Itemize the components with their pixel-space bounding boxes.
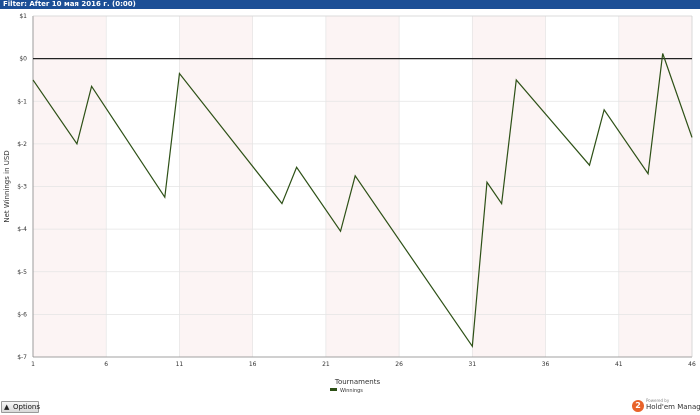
y-tick-label: $-1 <box>17 98 27 105</box>
x-tick-label: 36 <box>542 361 550 368</box>
y-tick-label: $0 <box>19 56 27 63</box>
x-tick-label: 16 <box>249 361 257 368</box>
y-tick-label: $-2 <box>17 141 27 148</box>
filter-text: Filter: After 10 мая 2016 г. (0:00) <box>3 0 136 8</box>
winnings-chart: $1$0$-1$-2$-3$-4$-5$-6$-7 1 6 11 16 21 26 31 36… <box>3 13 696 394</box>
x-tick-label: 21 <box>322 361 330 368</box>
x-tick-label: 31 <box>469 361 477 368</box>
brand-logo: 2 Powered by Hold'em Manager <box>632 398 700 414</box>
x-tick-label: 6 <box>104 361 108 368</box>
x-tick-labels: 1 6 11 16 21 26 31 36 41 46 <box>31 361 696 368</box>
y-tick-label: $-6 <box>17 311 27 318</box>
x-tick-label: 41 <box>615 361 623 368</box>
y-tick-label: $-7 <box>17 354 27 361</box>
x-tick-label: 11 <box>176 361 184 368</box>
options-label: Options <box>13 403 41 411</box>
y-tick-labels: $1 $0 $-1 $-2 $-3 $-4 $-5 $-6 $-7 <box>17 13 27 361</box>
x-tick-label: 1 <box>31 361 35 368</box>
x-axis-label: Tournaments <box>334 378 381 386</box>
y-axis-label: Net Winnings in USD <box>3 150 11 222</box>
legend: Winnings <box>330 388 363 394</box>
x-tick-label: 46 <box>688 361 696 368</box>
options-button[interactable]: ▲ Options <box>1 401 41 413</box>
y-tick-label: $1 <box>19 13 27 20</box>
y-tick-label: $-3 <box>17 184 27 191</box>
brand-name: Hold'em Manager <box>646 403 700 411</box>
triangle-up-icon: ▲ <box>4 403 10 411</box>
y-tick-label: $-5 <box>17 269 27 276</box>
legend-swatch <box>330 388 337 391</box>
y-tick-label: $-4 <box>17 226 27 233</box>
filter-bar: Filter: After 10 мая 2016 г. (0:00) <box>0 0 700 9</box>
hem-logo-icon: 2 <box>632 400 644 412</box>
bottom-strip <box>0 398 700 415</box>
x-tick-label: 26 <box>395 361 403 368</box>
legend-label: Winnings <box>340 388 363 394</box>
